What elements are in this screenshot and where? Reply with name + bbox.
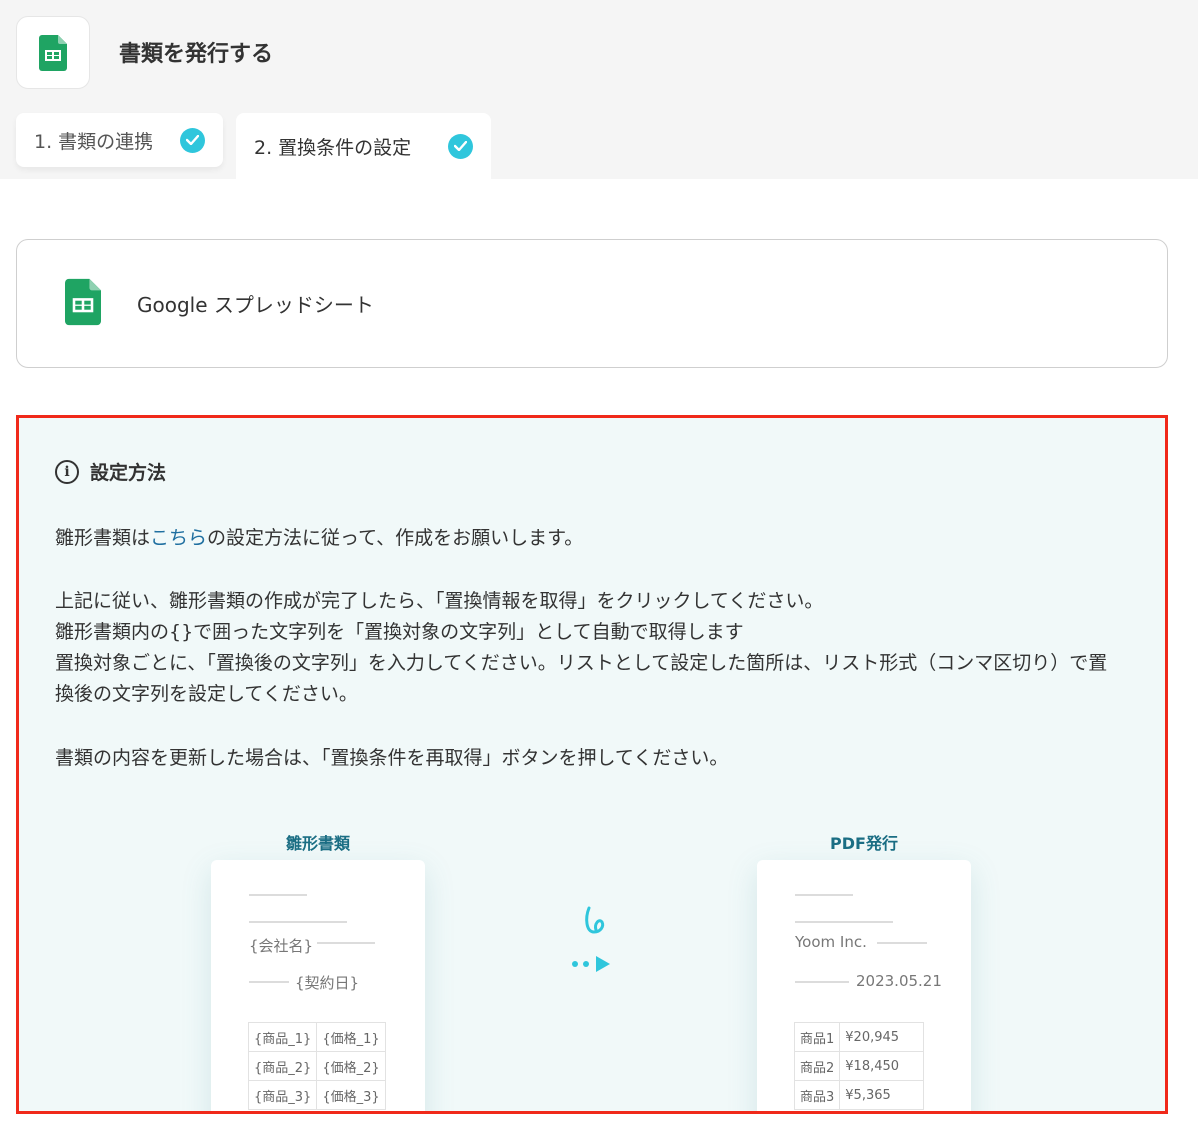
table-cell: 商品1 — [793, 1022, 841, 1052]
placeholder-line — [317, 942, 375, 944]
p1-text-after: の設定方法に従って、作成をお願いします。 — [207, 527, 584, 549]
setup-instructions: i 設定方法 雛形書類はこちらの設定方法に従って、作成をお願いします。 上記に従… — [16, 415, 1168, 1114]
table-cell: 商品2 — [793, 1051, 841, 1081]
template-table: {商品_1} {価格_1} {商品_2} {価格_2} {商品_3} {価格_3} — [247, 1022, 386, 1110]
page-title: 書類を発行する — [119, 42, 274, 67]
instruction-line: 上記に従い、雛形書類の作成が完了したら、「置換情報を取得」をクリックしてください… — [55, 590, 824, 612]
table-cell: {商品_2} — [247, 1051, 318, 1081]
app-card: Google スプレッドシート — [16, 239, 1168, 368]
placeholder-line — [795, 921, 893, 923]
placeholder-line — [795, 894, 853, 896]
table-row: 商品1 ¥20,945 — [793, 1022, 925, 1052]
header-area: 書類を発行する 1. 書類の連携 2. 置換条件の設定 — [0, 0, 1198, 179]
table-cell: ¥18,450 — [839, 1051, 925, 1081]
tab-label: 2. 置換条件の設定 — [254, 136, 412, 159]
placeholder-line — [249, 894, 307, 896]
table-cell: {価格_2} — [316, 1051, 386, 1081]
table-row: 商品2 ¥18,450 — [793, 1051, 925, 1081]
instruction-paragraph-1: 雛形書類はこちらの設定方法に従って、作成をお願いします。 — [55, 523, 583, 554]
heading-text: 設定方法 — [90, 462, 167, 484]
table-row: {商品_2} {価格_2} — [247, 1051, 386, 1081]
app-name: Google スプレッドシート — [137, 293, 374, 317]
here-link[interactable]: こちら — [150, 527, 207, 549]
table-row: {商品_1} {価格_1} — [247, 1022, 386, 1052]
table-cell: {価格_3} — [316, 1080, 386, 1110]
table-cell: {商品_1} — [247, 1022, 318, 1052]
output-document: Yoom Inc. 2023.05.21 商品1 ¥20,945 商品2 ¥18,4… — [757, 860, 971, 1111]
placeholder-line — [249, 921, 347, 923]
tab-document-link[interactable]: 1. 書類の連携 — [16, 113, 223, 167]
table-cell: {商品_3} — [247, 1080, 318, 1110]
output-label: PDF発行 — [830, 834, 898, 853]
p1-text-before: 雛形書類は — [55, 527, 151, 549]
placeholder-line — [877, 942, 927, 944]
placeholder-line — [795, 981, 849, 983]
template-document: {会社名} {契約日} {商品_1} {価格_1} {商品_2} {価格_2} {商… — [211, 860, 425, 1111]
info-icon: i — [55, 459, 79, 484]
company-value: Yoom Inc. — [795, 933, 867, 951]
instruction-paragraph-3: 書類の内容を更新した場合は、「置換条件を再取得」ボタンを押してください。 — [55, 747, 729, 769]
instructions-heading: i 設定方法 — [55, 458, 166, 485]
table-row: {商品_3} {価格_3} — [247, 1080, 386, 1110]
table-cell: {価格_1} — [316, 1022, 386, 1052]
table-row: 商品3 ¥5,365 — [793, 1080, 925, 1110]
instruction-line: 換後の文字列を設定してください。 — [55, 683, 358, 705]
google-sheets-icon — [16, 16, 90, 89]
tab-replace-settings[interactable]: 2. 置換条件の設定 — [236, 113, 491, 179]
instruction-line: 雛形書類内の{}で囲った文字列を「置換対象の文字列」として自動で取得します — [55, 621, 744, 643]
check-icon — [180, 127, 205, 153]
check-icon — [448, 133, 473, 159]
yoom-arrow-icon — [572, 906, 610, 972]
output-table: 商品1 ¥20,945 商品2 ¥18,450 商品3 ¥5,365 — [793, 1022, 925, 1110]
tab-label: 1. 書類の連携 — [34, 130, 154, 153]
company-placeholder: {会社名} — [249, 937, 314, 955]
table-cell: 商品3 — [793, 1080, 841, 1110]
date-value: 2023.05.21 — [856, 972, 942, 990]
table-cell: ¥5,365 — [839, 1080, 925, 1110]
date-placeholder: {契約日} — [295, 974, 360, 992]
placeholder-line — [249, 981, 289, 983]
template-label: 雛形書類 — [285, 834, 350, 853]
instruction-line: 置換対象ごとに、「置換後の文字列」を入力してください。リストとして設定した箇所は… — [55, 652, 1108, 674]
google-sheets-icon — [65, 278, 101, 330]
table-cell: ¥20,945 — [839, 1022, 925, 1052]
